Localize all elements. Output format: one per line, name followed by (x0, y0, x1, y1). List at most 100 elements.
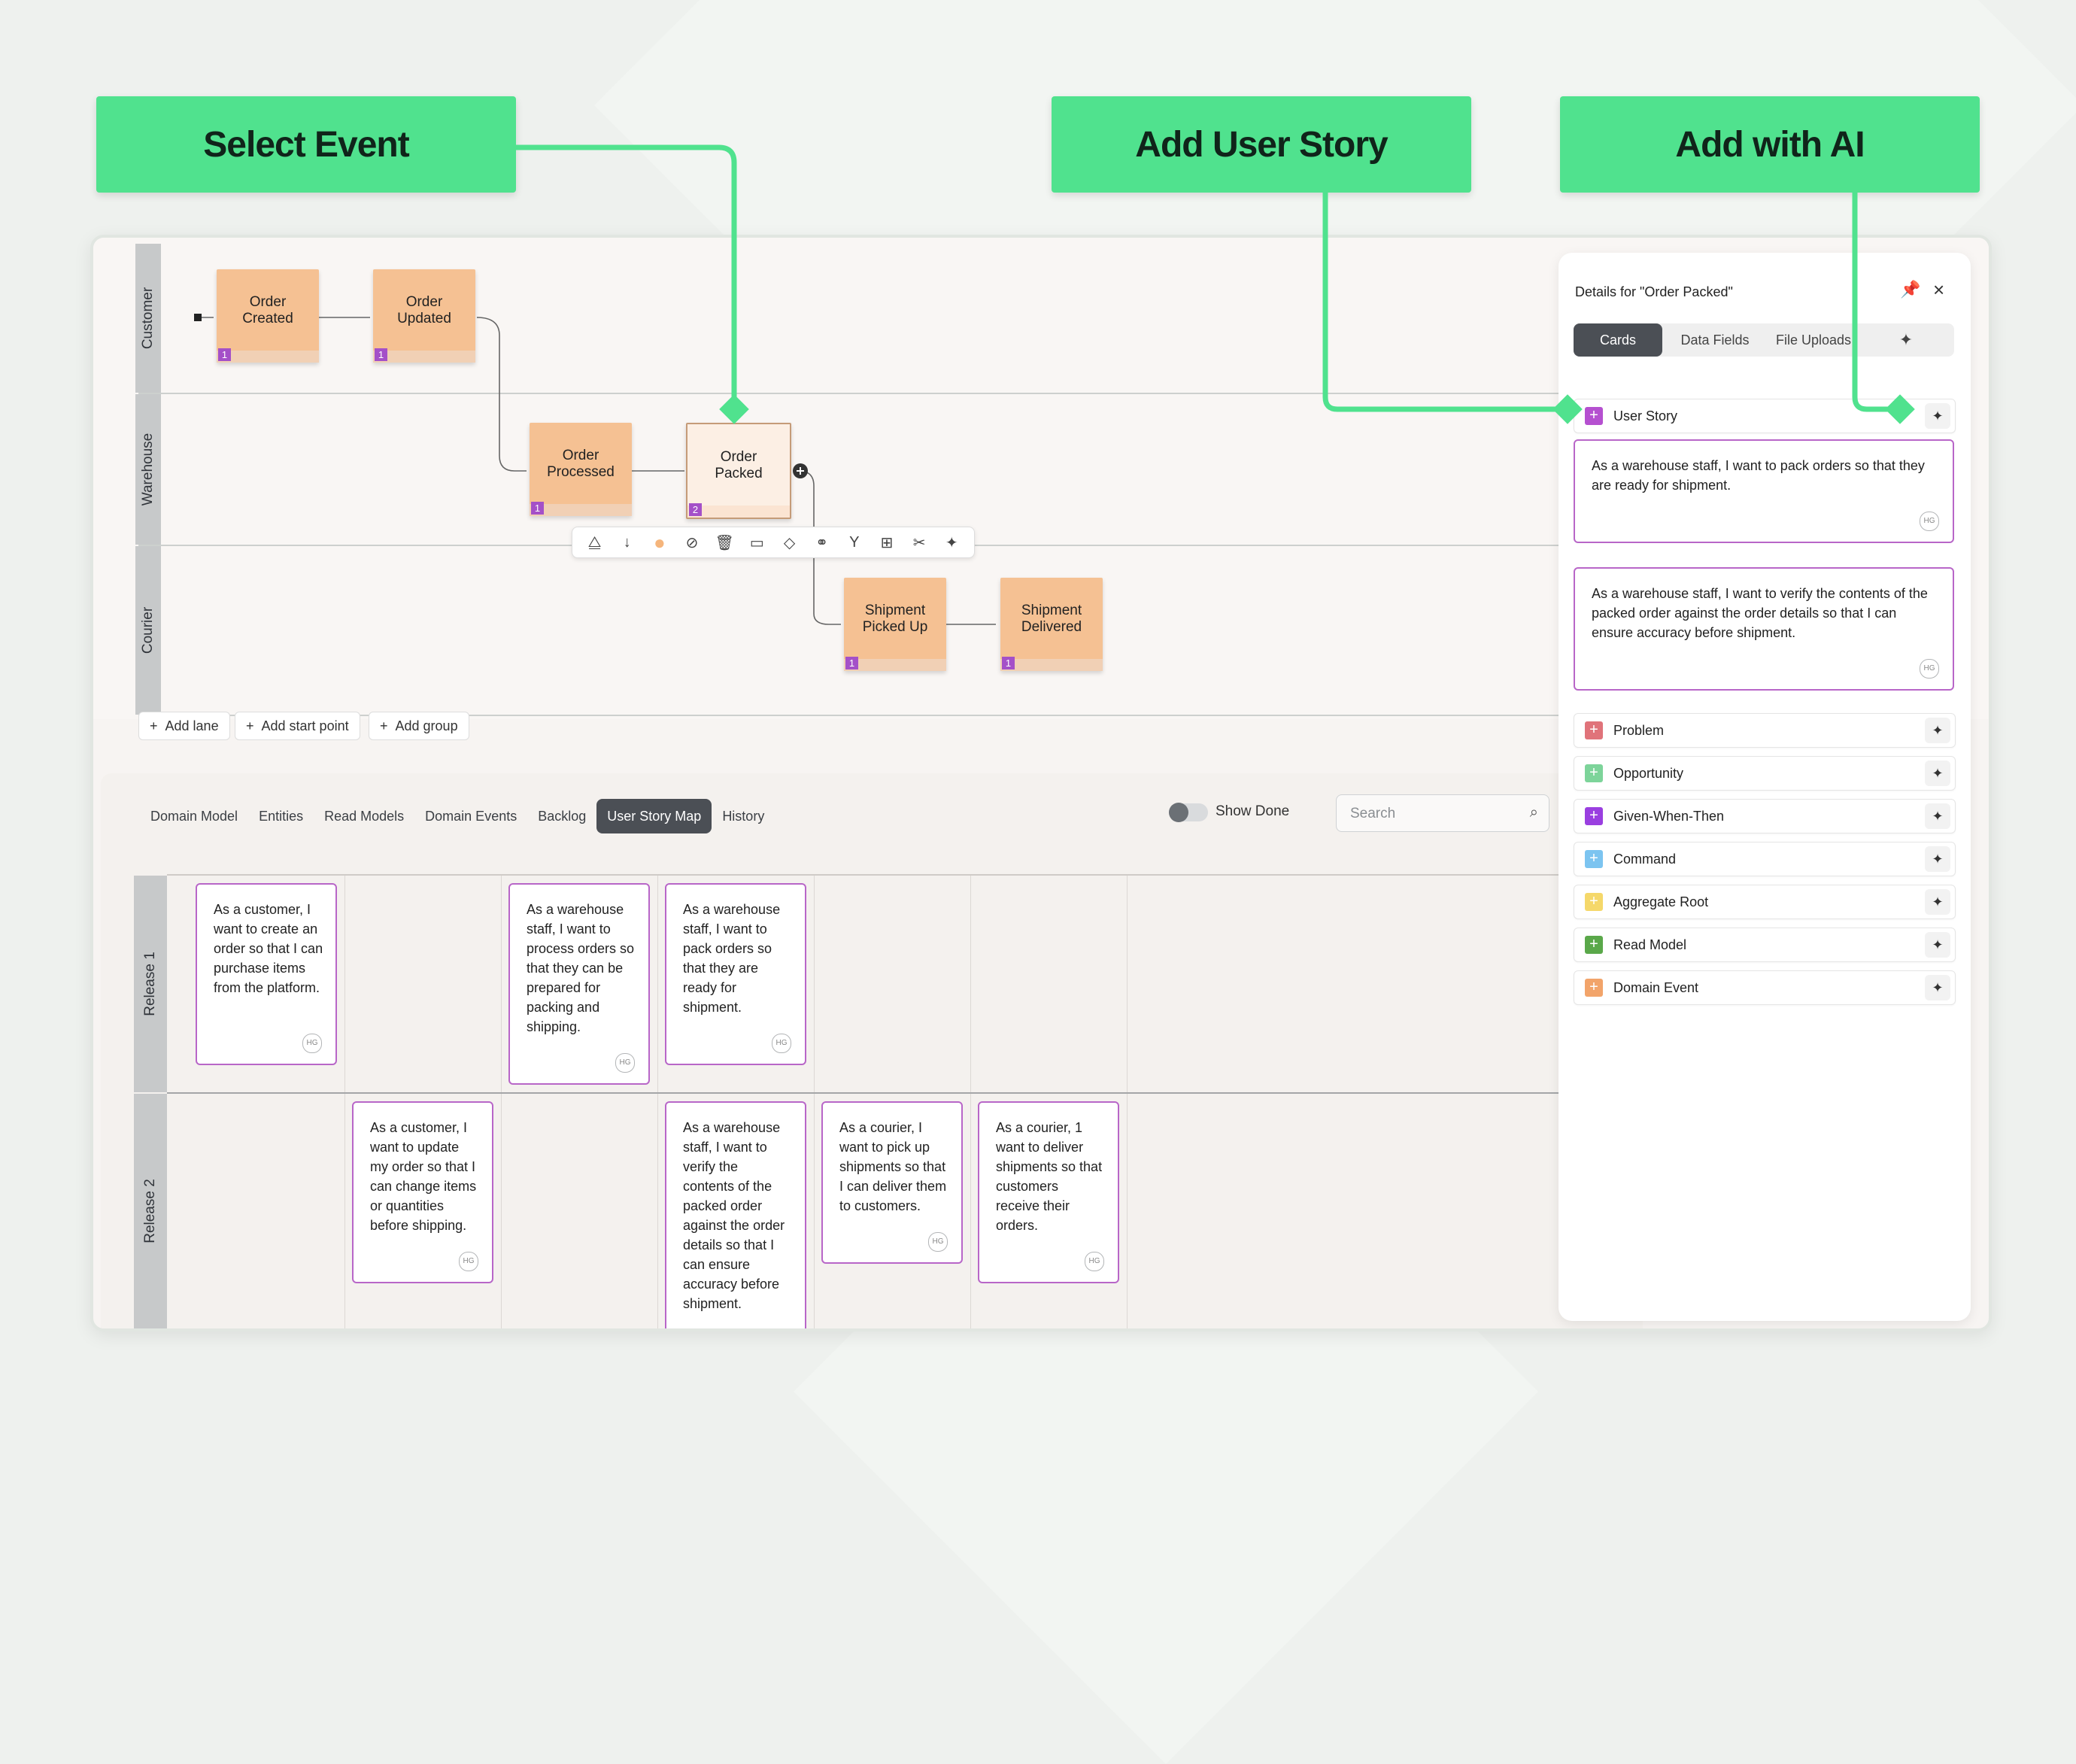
event-count-badge: 1 (531, 502, 544, 515)
show-done-toggle[interactable] (1169, 803, 1208, 822)
tab-domain-events[interactable]: Domain Events (414, 799, 527, 833)
card-type-label: Problem (1613, 723, 1665, 738)
column-divider (970, 876, 971, 1328)
unlink-icon[interactable]: ⊘ (681, 533, 703, 552)
story-text: As a courier, 1 want to deliver shipment… (996, 1120, 1103, 1233)
ai-sparkles-icon[interactable]: ✦ (1925, 403, 1950, 429)
card-type-aggregate-root[interactable]: + Aggregate Root ✦ (1574, 885, 1956, 919)
ai-sparkles-icon[interactable]: ✦ (1925, 718, 1950, 743)
tab-read-models[interactable]: Read Models (314, 799, 414, 833)
column-divider (501, 876, 502, 1328)
add-read-model-icon[interactable]: + (1585, 936, 1603, 954)
tab-history[interactable]: History (712, 799, 775, 833)
avatar: HG (1920, 512, 1939, 531)
event-shipment-delivered[interactable]: Shipment Delivered 1 (1000, 578, 1103, 671)
ai-sparkles-icon[interactable]: ✦ (1925, 761, 1950, 786)
diamond-icon[interactable]: ◇ (779, 533, 800, 552)
ai-sparkles-icon[interactable]: ✦ (1925, 975, 1950, 1000)
user-story-card[interactable]: As a warehouse staff, I want to verify t… (1574, 567, 1954, 691)
event-order-updated[interactable]: Order Updated 1 (373, 269, 475, 363)
rectangle-icon[interactable]: ▭ (746, 533, 767, 552)
add-command-icon[interactable]: + (1585, 850, 1603, 868)
story-card[interactable]: As a courier, I want to pick up shipment… (821, 1101, 963, 1264)
story-card[interactable]: As a courier, 1 want to deliver shipment… (978, 1101, 1119, 1283)
story-text: As a courier, I want to pick up shipment… (839, 1120, 947, 1213)
sticky-strip (530, 504, 632, 516)
segment-data-fields[interactable]: Data Fields (1662, 323, 1768, 357)
scissors-icon[interactable]: ✂ (909, 533, 930, 552)
color-dot-icon[interactable]: ● (649, 531, 670, 554)
card-type-problem[interactable]: + Problem ✦ (1574, 713, 1956, 748)
segment-cards[interactable]: Cards (1574, 323, 1662, 357)
avatar: HG (928, 1232, 948, 1252)
card-type-opportunity[interactable]: + Opportunity ✦ (1574, 756, 1956, 791)
card-type-read-model[interactable]: + Read Model ✦ (1574, 928, 1956, 962)
show-done-label: Show Done (1216, 803, 1290, 819)
tab-user-story-map[interactable]: User Story Map (596, 799, 712, 833)
event-label: Shipment Picked Up (862, 603, 928, 635)
sticky-strip (687, 506, 790, 518)
release-2-lane: Release 2 (134, 1094, 167, 1328)
event-order-created[interactable]: Order Created 1 (217, 269, 319, 363)
pin-icon[interactable]: 📌 (1900, 280, 1920, 299)
event-order-packed-selected[interactable]: Order Packed 2 (686, 423, 791, 519)
segment-file-uploads[interactable]: File Uploads (1768, 323, 1859, 357)
story-card[interactable]: As a warehouse staff, I want to verify t… (665, 1101, 806, 1328)
tab-domain-model[interactable]: Domain Model (140, 799, 248, 833)
avatar: HG (459, 1252, 478, 1271)
release-divider (167, 1092, 1641, 1094)
toggle-knob (1169, 803, 1188, 822)
card-type-label: Read Model (1613, 937, 1687, 952)
trash-icon[interactable]: 🗑 (714, 533, 735, 552)
arrow-down-icon[interactable]: ↓ (617, 534, 638, 551)
add-user-story-icon[interactable]: + (1585, 407, 1603, 425)
button-label: Add start point (261, 718, 349, 733)
branch-icon[interactable]: Y (844, 534, 865, 551)
card-type-domain-event[interactable]: + Domain Event ✦ (1574, 970, 1956, 1005)
add-given-when-then-icon[interactable]: + (1585, 807, 1603, 825)
card-type-command[interactable]: + Command ✦ (1574, 842, 1956, 876)
card-type-label: User Story (1613, 408, 1678, 424)
add-opportunity-icon[interactable]: + (1585, 764, 1603, 782)
start-point (194, 314, 202, 321)
user-story-text: As a warehouse staff, I want to pack ord… (1592, 458, 1925, 493)
search-placeholder: Search (1350, 806, 1396, 821)
add-aggregate-root-icon[interactable]: + (1585, 893, 1603, 911)
avatar: HG (772, 1034, 791, 1053)
story-card[interactable]: As a customer, I want to update my order… (352, 1101, 493, 1283)
add-start-point-button[interactable]: + Add start point (235, 712, 360, 740)
add-problem-icon[interactable]: + (1585, 721, 1603, 739)
story-card[interactable]: As a warehouse staff, I want to pack ord… (665, 883, 806, 1065)
event-order-processed[interactable]: Order Processed 1 (530, 423, 632, 516)
close-icon[interactable]: × (1933, 278, 1944, 302)
card-type-label: Domain Event (1613, 980, 1699, 995)
story-card[interactable]: As a customer, I want to create an order… (196, 883, 337, 1065)
search-input[interactable]: Search ⌕ (1336, 794, 1549, 832)
add-domain-event-icon[interactable]: + (1585, 979, 1603, 997)
user-story-card[interactable]: As a warehouse staff, I want to pack ord… (1574, 439, 1954, 543)
link-icon[interactable]: ⚭ (812, 533, 833, 552)
add-box-icon[interactable]: ⊞ (876, 533, 897, 552)
tab-backlog[interactable]: Backlog (527, 799, 596, 833)
ai-sparkles-icon[interactable]: ✦ (1925, 846, 1950, 872)
tab-entities[interactable]: Entities (248, 799, 314, 833)
ai-sparkles-icon[interactable]: ✦ (1925, 932, 1950, 958)
grid-top-border (167, 874, 1641, 876)
release-label: Release 1 (142, 952, 158, 1016)
event-shipment-picked-up[interactable]: Shipment Picked Up 1 (844, 578, 946, 671)
app-window: Customer Warehouse Courier Order Created… (90, 235, 1992, 1331)
story-card[interactable]: As a warehouse staff, I want to process … (508, 883, 650, 1085)
add-lane-button[interactable]: + Add lane (138, 712, 230, 740)
release-1-lane: Release 1 (134, 876, 167, 1092)
card-type-given-when-then[interactable]: + Given-When-Then ✦ (1574, 799, 1956, 833)
sparkles-icon[interactable]: ✦ (941, 533, 962, 552)
event-count-badge: 1 (375, 348, 387, 361)
shapes-icon[interactable]: ⧋ (584, 534, 606, 551)
panel-title: Details for "Order Packed" (1575, 284, 1733, 299)
ai-sparkles-icon[interactable]: ✦ (1925, 889, 1950, 915)
add-group-button[interactable]: + Add group (369, 712, 469, 740)
card-type-user-story[interactable]: + User Story ✦ (1574, 399, 1956, 433)
segment-ai-sparkles-icon[interactable]: ✦ (1859, 323, 1953, 357)
ai-sparkles-icon[interactable]: ✦ (1925, 803, 1950, 829)
plus-icon: + (150, 718, 158, 733)
